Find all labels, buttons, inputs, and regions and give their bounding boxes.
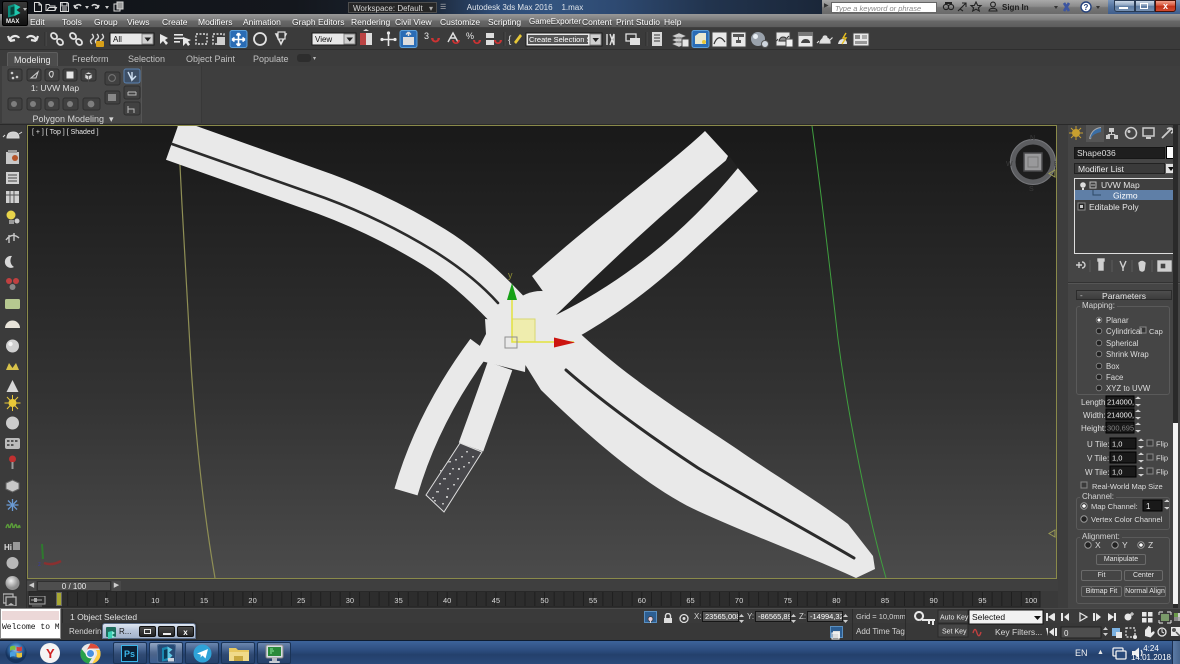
svg-text:W Tile:: W Tile: xyxy=(1085,468,1109,477)
svg-text:Sign In: Sign In xyxy=(1002,3,1029,12)
svg-text:50: 50 xyxy=(540,596,548,605)
svg-text:80: 80 xyxy=(832,596,840,605)
svg-text:All: All xyxy=(113,35,122,44)
svg-text:65: 65 xyxy=(686,596,694,605)
svg-text:25: 25 xyxy=(297,596,305,605)
svg-text:U Tile:: U Tile: xyxy=(1087,440,1110,449)
svg-text:?: ? xyxy=(1084,3,1089,12)
svg-text:55: 55 xyxy=(589,596,597,605)
svg-text:85: 85 xyxy=(881,596,889,605)
svg-text:0: 0 xyxy=(1064,629,1069,638)
svg-text:3: 3 xyxy=(424,31,429,41)
svg-text:Flip: Flip xyxy=(1156,440,1168,449)
svg-text:45: 45 xyxy=(492,596,500,605)
svg-text:1,0: 1,0 xyxy=(1112,440,1122,449)
svg-text:View: View xyxy=(315,35,332,44)
svg-text:Selected: Selected xyxy=(972,612,1005,622)
svg-text:1,0: 1,0 xyxy=(1112,468,1122,477)
svg-text:Create Selection Set: Create Selection Set xyxy=(529,35,599,44)
svg-text:Key Filters...: Key Filters... xyxy=(995,627,1042,637)
svg-text:Height:: Height: xyxy=(1081,424,1106,433)
svg-text:1,0: 1,0 xyxy=(1112,454,1122,463)
svg-text:15: 15 xyxy=(200,596,208,605)
svg-text:Auto Key: Auto Key xyxy=(940,615,969,622)
svg-text:{: { xyxy=(508,35,512,46)
svg-text:Shrink Wrap: Shrink Wrap xyxy=(1106,350,1149,359)
svg-text:Cap: Cap xyxy=(1149,327,1163,336)
svg-text:20: 20 xyxy=(248,596,256,605)
svg-text:%: % xyxy=(466,31,474,41)
svg-text:30: 30 xyxy=(346,596,354,605)
svg-text:Cylindrical: Cylindrical xyxy=(1106,327,1142,336)
svg-text:V Tile:: V Tile: xyxy=(1087,454,1109,463)
svg-text:95: 95 xyxy=(978,596,986,605)
svg-text:5: 5 xyxy=(105,596,109,605)
svg-text:z: z xyxy=(38,562,41,568)
svg-text:S: S xyxy=(1029,186,1034,193)
svg-text:70: 70 xyxy=(735,596,743,605)
svg-text:E: E xyxy=(1054,161,1056,168)
svg-text:Flip: Flip xyxy=(1156,468,1168,477)
svg-text:Length:: Length: xyxy=(1081,398,1108,407)
svg-text:90: 90 xyxy=(930,596,938,605)
svg-text:214000,: 214000, xyxy=(1107,398,1134,407)
svg-text:214000,: 214000, xyxy=(1107,411,1134,420)
svg-text:100: 100 xyxy=(1025,596,1038,605)
svg-text:Box: Box xyxy=(1106,362,1120,371)
svg-text:Hi: Hi xyxy=(4,543,12,552)
svg-text:75: 75 xyxy=(784,596,792,605)
svg-text:y: y xyxy=(508,270,513,280)
svg-text:MAX: MAX xyxy=(6,19,19,25)
svg-text:N: N xyxy=(1030,135,1035,142)
svg-text:Set Key: Set Key xyxy=(942,629,967,636)
svg-text:Real-World Map Size: Real-World Map Size xyxy=(1092,482,1163,491)
svg-text:10: 10 xyxy=(151,596,159,605)
svg-text:300,695: 300,695 xyxy=(1107,424,1134,433)
svg-text:Planar: Planar xyxy=(1106,316,1129,325)
svg-text:Flip: Flip xyxy=(1156,454,1168,463)
svg-text:Width:: Width: xyxy=(1083,411,1106,420)
svg-text:Face: Face xyxy=(1106,373,1123,382)
svg-text:35: 35 xyxy=(394,596,402,605)
svg-text:40: 40 xyxy=(443,596,451,605)
svg-text:XYZ to UVW: XYZ to UVW xyxy=(1106,384,1151,393)
svg-text:60: 60 xyxy=(638,596,646,605)
svg-text:Spherical: Spherical xyxy=(1106,339,1139,348)
svg-text:W: W xyxy=(1006,161,1013,168)
